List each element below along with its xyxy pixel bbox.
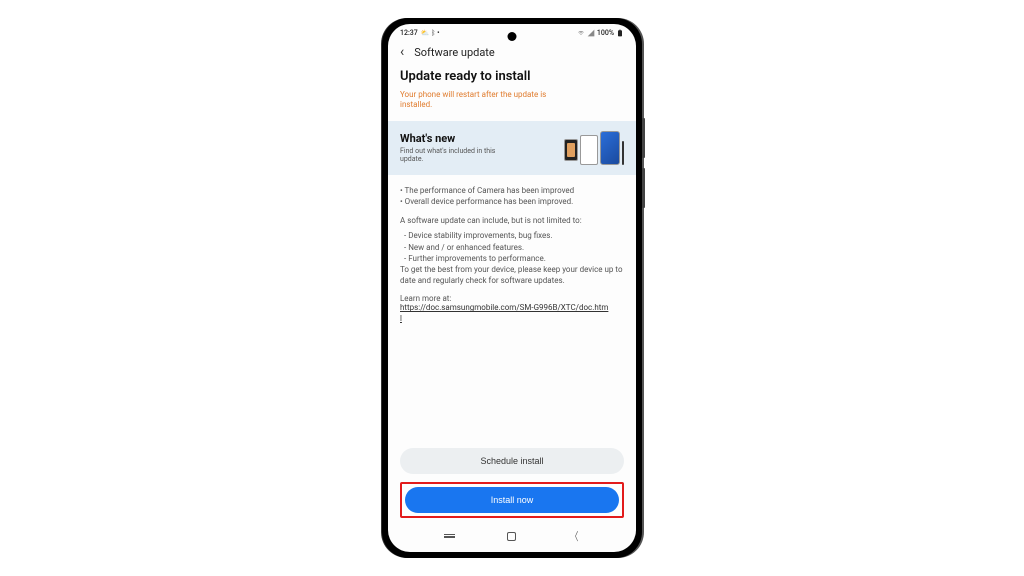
desc-intro: A software update can include, but is no… bbox=[400, 215, 624, 226]
desc-item: - Device stability improvements, bug fix… bbox=[400, 230, 624, 241]
nav-back-icon[interactable]: 〈 bbox=[570, 528, 578, 544]
learn-more-link[interactable]: https://doc.samsungmobile.com/SM-G996B/X… bbox=[400, 303, 610, 324]
desc-item: - New and / or enhanced features. bbox=[400, 242, 624, 253]
phone-frame: 12:37 ⛅ ᛒ • 100% ‹ Software update Updat… bbox=[382, 18, 642, 558]
camera-hole-icon bbox=[508, 32, 517, 41]
header-title: Software update bbox=[414, 46, 495, 59]
page-title: Update ready to install bbox=[400, 69, 624, 84]
device-collage-icon bbox=[564, 131, 624, 165]
whats-new-card[interactable]: What's new Find out what's included in t… bbox=[388, 121, 636, 175]
battery-percent: 100% bbox=[597, 29, 614, 37]
nav-home-icon[interactable] bbox=[507, 532, 516, 541]
header-row: ‹ Software update bbox=[388, 39, 636, 69]
learn-more-label: Learn more at: bbox=[400, 294, 624, 303]
back-arrow-icon[interactable]: ‹ bbox=[400, 45, 404, 59]
status-time: 12:37 bbox=[400, 29, 418, 37]
install-now-button[interactable]: Install now bbox=[405, 487, 619, 513]
update-bullets: • The performance of Camera has been imp… bbox=[400, 175, 624, 215]
power-button bbox=[642, 168, 645, 208]
volume-button bbox=[642, 118, 645, 158]
nav-recent-icon[interactable] bbox=[444, 534, 455, 538]
desc-item: - Further improvements to performance. bbox=[400, 253, 624, 264]
wifi-icon bbox=[577, 29, 585, 37]
desc-outro: To get the best from your device, please… bbox=[400, 264, 624, 286]
bullet-item: • Overall device performance has been im… bbox=[400, 196, 624, 207]
signal-icon bbox=[587, 29, 595, 37]
android-nav-bar: 〈 bbox=[388, 522, 636, 552]
whats-new-label: What's new bbox=[400, 132, 500, 145]
install-now-highlight: Install now bbox=[400, 482, 624, 518]
button-area: Schedule install Install now bbox=[388, 440, 636, 522]
battery-icon bbox=[616, 29, 624, 37]
restart-warning: Your phone will restart after the update… bbox=[400, 90, 570, 111]
status-notif-icons: ⛅ ᛒ • bbox=[421, 29, 440, 37]
whats-new-subtitle: Find out what's included in this update. bbox=[400, 147, 500, 165]
bullet-item: • The performance of Camera has been imp… bbox=[400, 185, 624, 196]
schedule-install-button[interactable]: Schedule install bbox=[400, 448, 624, 474]
screen: 12:37 ⛅ ᛒ • 100% ‹ Software update Updat… bbox=[388, 24, 636, 552]
content-area: Update ready to install Your phone will … bbox=[388, 69, 636, 440]
